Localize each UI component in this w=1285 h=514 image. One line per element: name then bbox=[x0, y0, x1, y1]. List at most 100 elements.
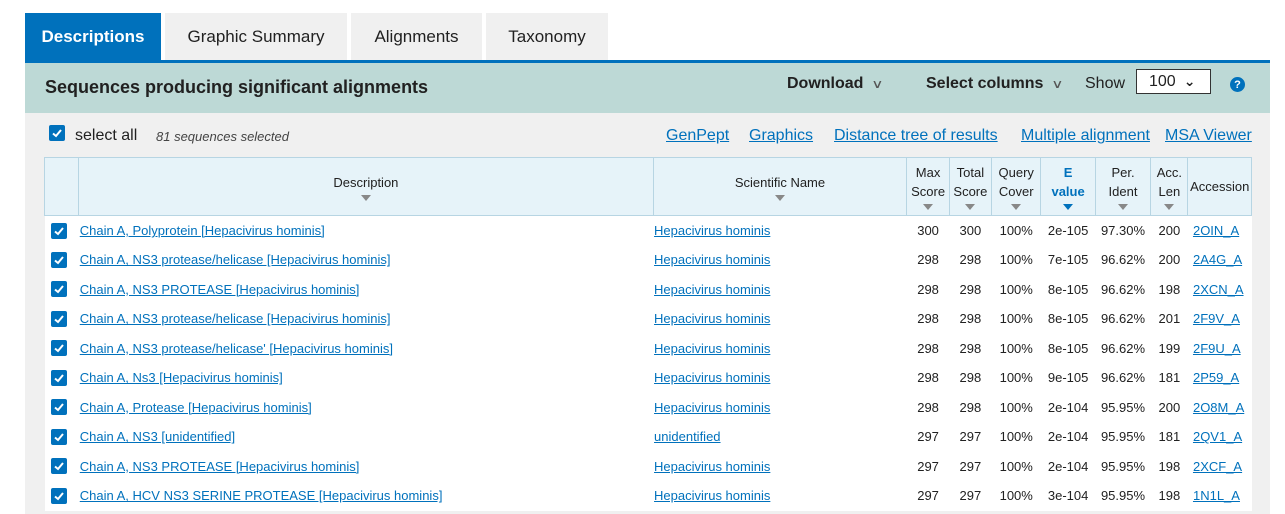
sort-down-icon[interactable] bbox=[923, 204, 934, 210]
accession-link[interactable]: 2A4G_A bbox=[1193, 252, 1242, 267]
row-checkbox[interactable] bbox=[50, 399, 67, 416]
description-link[interactable]: Chain A, NS3 protease/helicase' [Hepaciv… bbox=[80, 341, 393, 356]
scientific-name-link[interactable]: Hepacivirus hominis bbox=[654, 282, 770, 297]
col-header-max-score[interactable]: Max Score bbox=[906, 157, 950, 216]
tab-descriptions[interactable]: Descriptions bbox=[25, 13, 161, 61]
scientific-name-link[interactable]: Hepacivirus hominis bbox=[654, 252, 770, 267]
sort-down-icon[interactable] bbox=[965, 204, 976, 210]
checkmark-icon bbox=[52, 129, 62, 138]
description-link[interactable]: Chain A, Ns3 [Hepacivirus hominis] bbox=[80, 370, 283, 385]
accession-link[interactable]: 1N1L_A bbox=[1193, 488, 1240, 503]
col-header-e-value[interactable]: Evalue bbox=[1040, 157, 1096, 216]
scientific-name-link[interactable]: Hepacivirus hominis bbox=[654, 488, 770, 503]
tab-graphic-summary[interactable]: Graphic Summary bbox=[165, 13, 347, 61]
e-value: 8e-105 bbox=[1040, 333, 1096, 363]
link-graphics[interactable]: Graphics bbox=[749, 127, 813, 145]
col-header-query-cover[interactable]: Query Cover bbox=[991, 157, 1042, 216]
percent-identity: 97.30% bbox=[1095, 215, 1151, 245]
col-label: Score bbox=[953, 184, 988, 199]
link-msa-viewer[interactable]: MSA Viewer bbox=[1165, 127, 1252, 145]
accession-link[interactable]: 2F9V_A bbox=[1193, 311, 1240, 326]
sort-down-icon[interactable] bbox=[1118, 204, 1128, 210]
max-score: 300 bbox=[906, 215, 950, 245]
row-checkbox-cell bbox=[44, 363, 79, 393]
select-columns-menu[interactable]: Select columns ∨ bbox=[926, 75, 1064, 93]
max-score: 298 bbox=[906, 304, 950, 334]
link-distance-tree[interactable]: Distance tree of results bbox=[834, 127, 998, 145]
tab-taxonomy[interactable]: Taxonomy bbox=[486, 13, 608, 61]
tab-alignments[interactable]: Alignments bbox=[351, 13, 482, 61]
table-row: Chain A, Ns3 [Hepacivirus hominis] Hepaci… bbox=[44, 363, 1252, 393]
accession-link[interactable]: 2XCN_A bbox=[1193, 282, 1244, 297]
checkmark-icon bbox=[53, 374, 64, 383]
row-checkbox[interactable] bbox=[50, 487, 67, 504]
sort-down-icon[interactable] bbox=[1063, 204, 1074, 210]
show-count-select[interactable]: 100 ⌄ bbox=[1136, 69, 1211, 94]
row-checkbox[interactable] bbox=[50, 222, 67, 239]
description-link[interactable]: Chain A, HCV NS3 SERINE PROTEASE [Hepaci… bbox=[80, 488, 443, 503]
description-link[interactable]: Chain A, NS3 [unidentified] bbox=[80, 429, 235, 444]
scientific-name-link[interactable]: Hepacivirus hominis bbox=[654, 311, 770, 326]
accession-link[interactable]: 2O8M_A bbox=[1193, 400, 1244, 415]
row-checkbox[interactable] bbox=[50, 458, 67, 475]
checkmark-icon bbox=[53, 433, 64, 442]
col-header-per-ident[interactable]: Per. Ident bbox=[1094, 157, 1152, 216]
description-link[interactable]: Chain A, NS3 protease/helicase [Hepacivi… bbox=[80, 311, 391, 326]
scientific-name-link[interactable]: Hepacivirus hominis bbox=[654, 459, 770, 474]
percent-identity: 96.62% bbox=[1095, 333, 1151, 363]
col-label: Description bbox=[333, 174, 399, 190]
description-link[interactable]: Chain A, NS3 PROTEASE [Hepacivirus homin… bbox=[80, 459, 360, 474]
col-header-accession[interactable]: Accession bbox=[1187, 157, 1252, 216]
results-table: Description Scientific Name Max Score Tot… bbox=[43, 157, 1252, 511]
sort-down-icon[interactable] bbox=[774, 194, 785, 201]
accession-link[interactable]: 2P59_A bbox=[1193, 370, 1239, 385]
link-genpept[interactable]: GenPept bbox=[666, 127, 729, 145]
select-all-label[interactable]: select all bbox=[75, 127, 137, 145]
scientific-name-link[interactable]: Hepacivirus hominis bbox=[654, 341, 770, 356]
description-link[interactable]: Chain A, NS3 PROTEASE [Hepacivirus homin… bbox=[80, 282, 360, 297]
max-score: 298 bbox=[906, 245, 950, 275]
scientific-name-link[interactable]: Hepacivirus hominis bbox=[654, 400, 770, 415]
col-header-total-score[interactable]: Total Score bbox=[948, 157, 993, 216]
description-link[interactable]: Chain A, Polyprotein [Hepacivirus homini… bbox=[80, 223, 325, 238]
checkmark-icon bbox=[53, 315, 64, 324]
download-menu[interactable]: Download ∨ bbox=[787, 75, 884, 93]
col-header-scientific-name[interactable]: Scientific Name bbox=[652, 157, 908, 216]
accession-link[interactable]: 2F9U_A bbox=[1193, 341, 1241, 356]
scientific-name-link[interactable]: Hepacivirus hominis bbox=[654, 370, 770, 385]
help-icon[interactable]: ? bbox=[1230, 77, 1245, 92]
accession-link-cell: 2A4G_A bbox=[1187, 245, 1252, 275]
select-all-checkbox[interactable] bbox=[49, 125, 65, 141]
e-value: 7e-105 bbox=[1040, 245, 1096, 275]
description-link-cell: Chain A, NS3 [unidentified] bbox=[78, 422, 654, 452]
description-link-cell: Chain A, HCV NS3 SERINE PROTEASE [Hepaci… bbox=[78, 481, 654, 511]
description-link[interactable]: Chain A, Protease [Hepacivirus hominis] bbox=[80, 400, 312, 415]
scientific-name-link[interactable]: Hepacivirus hominis bbox=[654, 223, 770, 238]
sort-down-icon[interactable] bbox=[1164, 204, 1175, 210]
row-checkbox[interactable] bbox=[50, 251, 67, 268]
sort-down-icon[interactable] bbox=[1011, 204, 1022, 210]
table-row: Chain A, NS3 protease/helicase [Hepacivi… bbox=[44, 245, 1252, 275]
percent-identity: 95.95% bbox=[1095, 422, 1151, 452]
accession-link[interactable]: 2XCF_A bbox=[1193, 459, 1242, 474]
scientific-name-link[interactable]: unidentified bbox=[654, 429, 721, 444]
accession-link[interactable]: 2QV1_A bbox=[1193, 429, 1242, 444]
col-header-acc-len[interactable]: Acc. Len bbox=[1150, 157, 1189, 216]
col-label: Scientific Name bbox=[734, 174, 826, 190]
row-checkbox[interactable] bbox=[50, 428, 67, 445]
total-score: 298 bbox=[949, 274, 992, 304]
col-header-description[interactable]: Description bbox=[78, 157, 654, 216]
checkmark-icon bbox=[53, 492, 64, 501]
e-value: 8e-105 bbox=[1040, 304, 1096, 334]
accession-link[interactable]: 2OIN_A bbox=[1193, 223, 1239, 238]
link-multiple-alignment[interactable]: Multiple alignment bbox=[1021, 127, 1150, 145]
query-cover: 100% bbox=[991, 451, 1041, 481]
row-checkbox[interactable] bbox=[50, 310, 67, 327]
row-checkbox[interactable] bbox=[50, 281, 67, 298]
accession-length: 198 bbox=[1150, 274, 1188, 304]
sort-down-icon[interactable] bbox=[360, 194, 371, 201]
query-cover: 100% bbox=[991, 422, 1041, 452]
row-checkbox[interactable] bbox=[50, 340, 67, 357]
description-link[interactable]: Chain A, NS3 protease/helicase [Hepacivi… bbox=[80, 252, 391, 267]
row-checkbox[interactable] bbox=[50, 369, 67, 386]
